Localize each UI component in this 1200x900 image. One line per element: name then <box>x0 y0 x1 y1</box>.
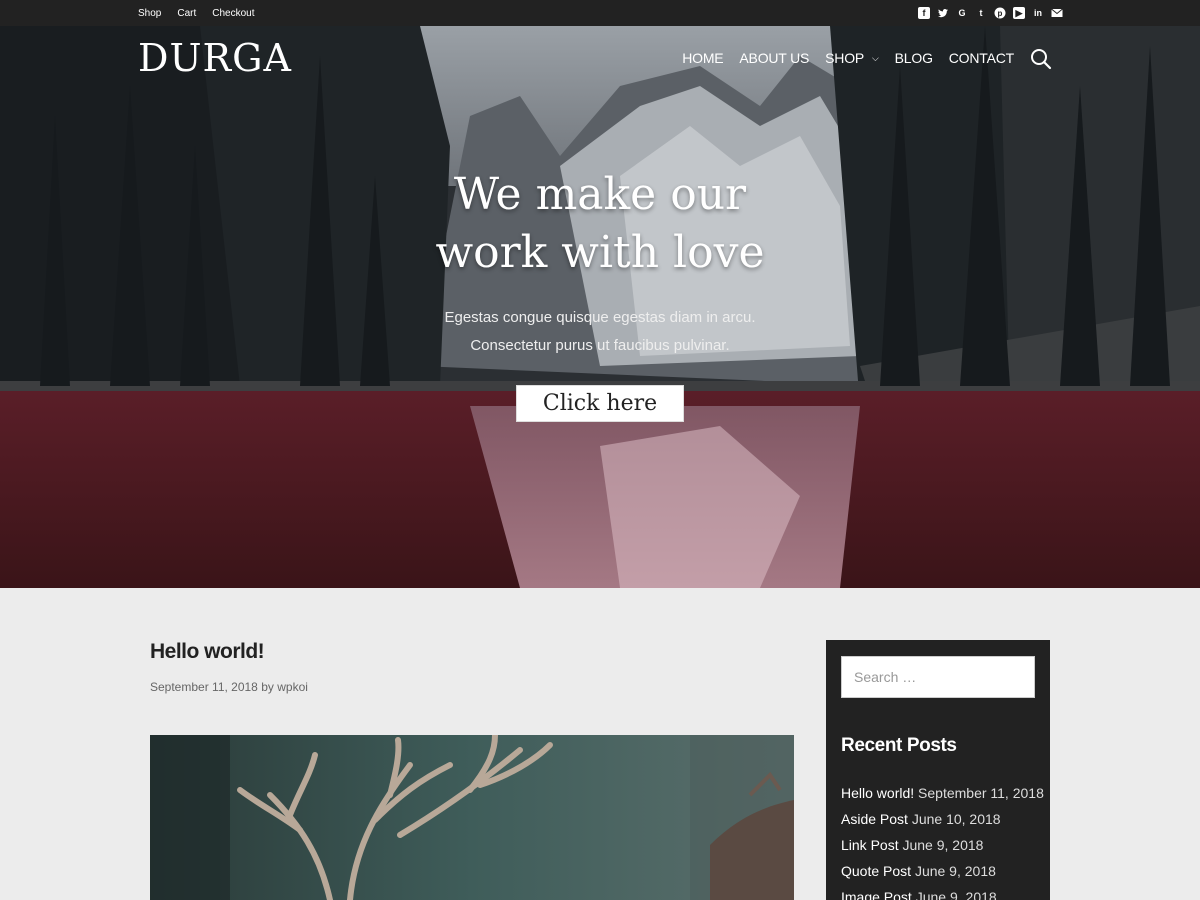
pinterest-icon[interactable]: p <box>994 7 1006 19</box>
nav-item-label: SHOP <box>825 50 865 66</box>
recent-post-date: June 10, 2018 <box>911 811 1001 827</box>
nav-item-label: BLOG <box>894 50 933 66</box>
recent-post-title[interactable]: Link Post <box>841 837 899 853</box>
youtube-icon[interactable]: ▶ <box>1013 7 1025 19</box>
post-featured-image[interactable] <box>150 735 794 900</box>
site-logo[interactable]: DURGA <box>138 36 292 80</box>
top-links: Shop Cart Checkout <box>138 0 255 26</box>
post-meta: September 11, 2018 by wpkoi <box>150 680 308 694</box>
recent-post-date: September 11, 2018 <box>918 785 1044 801</box>
recent-post-item[interactable]: Image Post June 9, 2018 <box>841 884 1044 900</box>
recent-post-date: June 9, 2018 <box>902 837 984 853</box>
recent-post-item[interactable]: Hello world! September 11, 2018 <box>841 780 1044 806</box>
post-date[interactable]: September 11, 2018 <box>150 680 258 694</box>
recent-post-item[interactable]: Quote Post June 9, 2018 <box>841 858 1044 884</box>
svg-text:p: p <box>998 9 1003 18</box>
hero-headline-line1: We make our <box>453 169 747 220</box>
nav-item-shop[interactable]: SHOP ⌵ <box>825 50 879 66</box>
recent-post-item[interactable]: Aside Post June 10, 2018 <box>841 806 1044 832</box>
chevron-down-icon: ⌵ <box>872 52 879 63</box>
recent-post-title[interactable]: Hello world! <box>841 785 914 801</box>
nav-item-label: HOME <box>682 50 724 66</box>
main-nav: HOME ABOUT US SHOP ⌵ BLOG CONTACT <box>682 50 1014 66</box>
search-icon[interactable] <box>1030 48 1052 70</box>
nav-item-contact[interactable]: CONTACT <box>949 50 1014 66</box>
top-bar: Shop Cart Checkout f G t p ▶ in <box>0 0 1200 26</box>
top-link-cart[interactable]: Cart <box>177 8 196 19</box>
sidebar: Recent Posts Hello world! September 11, … <box>826 640 1050 900</box>
nav-item-about-us[interactable]: ABOUT US <box>739 50 809 66</box>
top-link-checkout[interactable]: Checkout <box>212 8 254 19</box>
hero-section: DURGA HOME ABOUT US SHOP ⌵ BLOG CONTACT W… <box>0 26 1200 588</box>
hero-headline: We make our work with love <box>0 166 1200 282</box>
nav-item-label: CONTACT <box>948 50 1014 66</box>
post-by-label: by <box>261 680 274 694</box>
recent-post-title[interactable]: Quote Post <box>841 863 911 879</box>
search-input[interactable] <box>841 656 1035 698</box>
hero-subtitle-line1: Egestas congue quisque egestas diam in a… <box>444 309 756 326</box>
social-icons: f G t p ▶ in <box>918 0 1063 26</box>
google-plus-icon[interactable]: G <box>956 7 968 19</box>
hero-headline-line2: work with love <box>435 227 765 278</box>
top-link-shop[interactable]: Shop <box>138 8 161 19</box>
twitter-icon[interactable] <box>937 7 949 19</box>
hero-cta-button[interactable]: Click here <box>516 385 684 422</box>
hero-subtitle-line2: Consectetur purus ut faucibus pulvinar. <box>470 337 730 354</box>
recent-posts-list: Hello world! September 11, 2018 Aside Po… <box>841 780 1044 900</box>
post-author[interactable]: wpkoi <box>277 680 308 694</box>
nav-item-blog[interactable]: BLOG <box>895 50 933 66</box>
tumblr-icon[interactable]: t <box>975 7 987 19</box>
recent-posts-title: Recent Posts <box>841 735 957 756</box>
nav-item-label: ABOUT US <box>739 50 810 66</box>
linkedin-icon[interactable]: in <box>1032 7 1044 19</box>
facebook-icon[interactable]: f <box>918 7 930 19</box>
hero-subtitle: Egestas congue quisque egestas diam in a… <box>0 304 1200 360</box>
recent-post-date: June 9, 2018 <box>915 889 997 900</box>
post-title[interactable]: Hello world! <box>150 640 265 664</box>
nav-item-home[interactable]: HOME <box>682 50 723 66</box>
email-icon[interactable] <box>1051 7 1063 19</box>
main-content: Hello world! September 11, 2018 by wpkoi <box>0 588 1200 900</box>
recent-post-title[interactable]: Image Post <box>841 889 912 900</box>
recent-post-title[interactable]: Aside Post <box>841 811 908 827</box>
recent-post-date: June 9, 2018 <box>914 863 996 879</box>
recent-post-item[interactable]: Link Post June 9, 2018 <box>841 832 1044 858</box>
